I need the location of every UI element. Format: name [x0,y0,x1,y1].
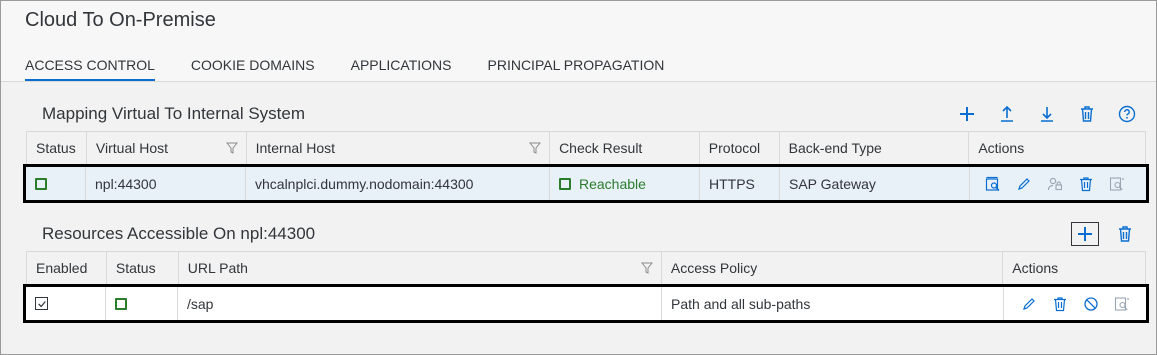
mapping-actions-cell [970,167,1146,200]
col-url-path: URL Path [179,252,662,284]
col-virtual-host: Virtual Host [87,132,247,164]
col-status: Status [27,132,87,164]
resources-section-title: Resources Accessible On npl:44300 [42,224,316,243]
delete-icon [1080,176,1092,191]
download-button[interactable] [1033,102,1061,126]
col-access-policy: Access Policy [662,252,1004,284]
protocol-cell: HTTPS [700,167,780,200]
tab-cookie-domains[interactable]: COOKIE DOMAINS [191,57,315,81]
delete-button[interactable] [1049,294,1071,314]
url-path-cell: /sap [178,287,662,320]
col-protocol: Protocol [700,132,780,164]
view-details-icon [1109,176,1124,191]
upload-button[interactable] [993,102,1021,126]
mapping-toolbar [941,102,1141,126]
help-button[interactable] [1113,102,1141,126]
page-title: Cloud To On-Premise [25,9,216,31]
resources-toolbar [1059,222,1139,246]
view-details-button[interactable] [1111,294,1133,314]
col-virtual-host-label: Virtual Host [95,140,169,156]
resource-row[interactable]: /sap Path and all sub-paths [23,284,1149,323]
view-details-button[interactable] [1106,174,1128,194]
status-ok-icon [115,297,127,310]
check-result-cell: Reachable [550,167,700,200]
add-icon [1078,227,1092,241]
enabled-cell [26,287,106,320]
edit-button[interactable] [1013,174,1035,194]
internal-host-cell: vhcalnplci.dummy.nodomain:44300 [246,167,550,200]
filter-icon[interactable] [640,262,653,274]
delete-all-button[interactable] [1073,102,1101,126]
add-resource-button[interactable] [1071,222,1099,246]
delete-icon [1119,226,1131,242]
add-icon [960,107,974,121]
mapping-table-header: Status Virtual Host Internal Host Check … [26,131,1146,164]
download-icon [1041,107,1053,122]
add-mapping-button[interactable] [953,102,981,126]
page-header: Cloud To On-Premise ACCESS CONTROL COOKI… [1,1,1156,82]
app-frame: Cloud To On-Premise ACCESS CONTROL COOKI… [0,0,1157,355]
check-availability-button[interactable] [982,174,1004,194]
backend-type-cell: SAP Gateway [780,167,970,200]
edit-icon [1023,297,1035,310]
tab-applications[interactable]: APPLICATIONS [351,57,452,81]
status-ok-icon [35,177,47,190]
col-check-result: Check Result [550,132,700,164]
edit-icon [1018,177,1030,190]
resources-table: Enabled Status URL Path Access Policy Ac… [23,251,1149,323]
col-status: Status [107,252,179,284]
virtual-host-cell: npl:44300 [86,167,246,200]
col-enabled: Enabled [27,252,107,284]
col-url-path-label: URL Path [187,260,248,276]
principal-type-button[interactable] [1044,174,1066,194]
edit-button[interactable] [1018,294,1040,314]
resources-table-header: Enabled Status URL Path Access Policy Ac… [26,251,1146,284]
col-internal-host: Internal Host [247,132,551,164]
mapping-table: Status Virtual Host Internal Host Check … [23,131,1149,203]
access-policy-cell: Path and all sub-paths [662,287,1004,320]
col-actions: Actions [978,140,1025,156]
col-backend-type: Back-end Type [780,132,970,164]
mapping-section-title: Mapping Virtual To Internal System [42,104,306,123]
status-cell [106,287,178,320]
enabled-checkbox[interactable] [35,297,48,310]
checkmark-icon [37,300,46,307]
upload-icon [1001,105,1013,122]
tab-principal-propagation[interactable]: PRINCIPAL PROPAGATION [488,57,665,81]
help-icon [1118,105,1136,123]
disable-button[interactable] [1080,294,1102,314]
mapping-row[interactable]: npl:44300 vhcalnplci.dummy.nodomain:4430… [23,164,1149,203]
check-result-label: Reachable [579,175,646,192]
view-details-icon [1114,296,1129,311]
tab-access-control[interactable]: ACCESS CONTROL [25,57,155,81]
check-availability-icon [985,176,1000,191]
filter-icon[interactable] [225,142,238,154]
resource-actions-cell [1004,287,1146,320]
filter-icon[interactable] [529,142,542,154]
principal-type-icon [1047,177,1063,190]
col-actions: Actions [1012,260,1059,276]
tab-bar: ACCESS CONTROL COOKIE DOMAINS APPLICATIO… [25,57,700,81]
disable-icon [1084,296,1098,311]
delete-button[interactable] [1075,174,1097,194]
reachable-status-icon [559,177,571,190]
col-internal-host-label: Internal Host [255,140,335,156]
delete-icon [1054,296,1066,311]
delete-icon [1081,106,1093,122]
delete-all-resources-button[interactable] [1111,222,1139,246]
status-cell [26,167,86,200]
